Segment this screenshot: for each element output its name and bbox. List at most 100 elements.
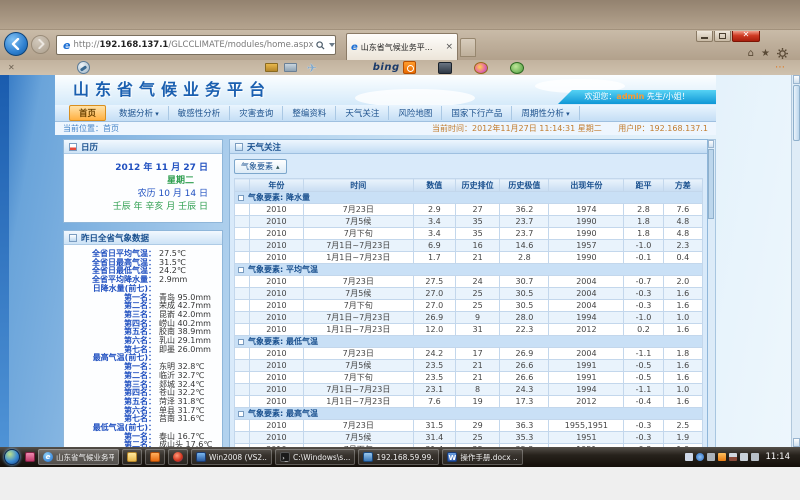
table-row[interactable]: 20107月1日~7月23日26.9928.01994-1.01.0 [235, 312, 703, 324]
table-row[interactable]: 20101月1日~7月23日1.7212.81990-0.10.4 [235, 252, 703, 264]
new-tab-button[interactable] [460, 38, 476, 57]
column-header[interactable]: 方差 [663, 179, 702, 192]
bing-logo[interactable]: bing [373, 61, 416, 74]
menu-item-5[interactable]: 天气关注 [336, 106, 389, 120]
scroll-down-icon[interactable] [793, 438, 800, 447]
menu-item-2[interactable]: 敏感性分析 [169, 106, 231, 120]
address-dropdown-icon[interactable] [329, 43, 335, 47]
paper-plane-icon[interactable]: ✈ [307, 61, 317, 75]
taskbar-button-0[interactable]: 山东省气候业务平... [38, 449, 119, 465]
start-button[interactable] [4, 449, 20, 465]
table-row[interactable]: 20107月1日~7月23日23.1824.31994-1.11.0 [235, 384, 703, 396]
language-indicator-icon[interactable] [685, 453, 693, 461]
taskbar-button-2[interactable] [145, 449, 165, 465]
toolbar-overflow-icon[interactable]: ⋯ [775, 62, 786, 73]
group-checkbox[interactable] [238, 267, 244, 273]
table-row[interactable]: 20107月下旬3.43523.719901.84.8 [235, 228, 703, 240]
table-row[interactable]: 20107月5候3.43523.719901.84.8 [235, 216, 703, 228]
group-checkbox[interactable] [238, 339, 244, 345]
url-text[interactable]: http://192.168.137.1/GLCCLIMATE/modules/… [73, 40, 313, 50]
search-icon[interactable] [316, 41, 325, 50]
taskbar-clock[interactable]: 11:14 [762, 452, 797, 462]
back-arrow-icon [10, 38, 22, 50]
toolbar-close-icon[interactable]: ✕ [8, 63, 15, 72]
table-row[interactable]: 20107月23日27.52430.72004-0.72.0 [235, 276, 703, 288]
card-icon[interactable] [265, 63, 278, 72]
minimize-button[interactable] [696, 31, 713, 42]
table-row[interactable]: 20107月下旬27.02530.52004-0.31.6 [235, 300, 703, 312]
forward-button[interactable] [31, 35, 50, 54]
column-header[interactable]: 时间 [303, 179, 413, 192]
table-row[interactable]: 20107月23日24.21726.92004-1.11.8 [235, 348, 703, 360]
pinned-app-icon[interactable] [25, 452, 35, 462]
tab-close-icon[interactable]: × [445, 42, 453, 52]
scrollbar-thumb[interactable] [708, 149, 714, 219]
panel-scrollbar[interactable] [708, 139, 716, 447]
address-bar[interactable]: e http://192.168.137.1/GLCCLIMATE/module… [56, 35, 336, 55]
table-row[interactable]: 20101月1日~7月23日7.61917.32012-0.41.6 [235, 396, 703, 408]
table-row[interactable]: 20107月下旬23.52126.61991-0.51.6 [235, 372, 703, 384]
table-row[interactable]: 20107月23日2.92736.219742.87.6 [235, 204, 703, 216]
taskbar-button-6[interactable]: 192.168.59.99... [358, 449, 439, 465]
table-row[interactable]: 20107月23日31.52936.31955,1951-0.32.5 [235, 420, 703, 432]
table-cell: 27.0 [413, 288, 455, 300]
settings-gear-icon[interactable] [777, 48, 788, 59]
scroll-up-icon[interactable] [793, 75, 800, 84]
column-header[interactable]: 历史排位 [455, 179, 499, 192]
table-group-row[interactable]: 气象要素: 平均气温 [235, 264, 703, 276]
taskbar-button-5[interactable]: C:\Windows\s... [275, 449, 355, 465]
menu-item-1[interactable]: 数据分析 [110, 106, 169, 120]
taskbar-button-1[interactable] [122, 449, 142, 465]
browser-scrollbar[interactable] [791, 75, 800, 447]
table-group-row[interactable]: 气象要素: 降水量 [235, 192, 703, 204]
table-row[interactable]: 20107月5候23.52126.61991-0.51.6 [235, 360, 703, 372]
menu-item-7[interactable]: 国家下行产品 [442, 106, 512, 120]
volume-icon[interactable] [751, 453, 759, 461]
scrollbar-thumb[interactable] [793, 85, 800, 141]
table-cell: 21 [455, 372, 499, 384]
taskbar-button-7[interactable]: 操作手册.docx ... [442, 449, 523, 465]
camera-icon[interactable] [438, 62, 452, 74]
table-row[interactable]: 20101月1日~7月23日12.03122.320120.21.6 [235, 324, 703, 336]
menu-item-3[interactable]: 灾害查询 [230, 106, 283, 120]
table-row[interactable]: 20107月5候31.42535.31951-0.31.9 [235, 432, 703, 444]
column-header[interactable]: 年份 [249, 179, 303, 192]
flag-icon[interactable] [729, 453, 737, 461]
card-icon-2[interactable] [284, 63, 297, 72]
favorites-star-icon[interactable]: ★ [761, 48, 770, 59]
security-icon[interactable] [718, 453, 726, 461]
group-checkbox[interactable] [238, 195, 244, 201]
element-filter-button[interactable]: 气象要素 [234, 159, 287, 174]
column-header[interactable]: 数值 [413, 179, 455, 192]
group-label: 气象要素: 最高气温 [248, 409, 318, 418]
group-checkbox[interactable] [238, 411, 244, 417]
close-button[interactable] [732, 31, 760, 42]
messenger-icon[interactable] [696, 453, 704, 461]
column-header[interactable]: 出现年份 [549, 179, 624, 192]
network-icon[interactable] [740, 453, 748, 461]
maximize-button[interactable] [714, 31, 731, 42]
table-group-row[interactable]: 气象要素: 最低气温 [235, 336, 703, 348]
globe-icon[interactable] [510, 62, 524, 74]
menu-item-4[interactable]: 整编资料 [283, 106, 336, 120]
calendar-date: 2012 年 11 月 27 日 [68, 162, 208, 175]
updates-icon[interactable] [707, 453, 715, 461]
taskbar-button-4[interactable]: Win2008 (VS2... [191, 449, 272, 465]
toolbar-badge-icon[interactable] [77, 61, 90, 74]
menu-item-6[interactable]: 风险地图 [389, 106, 442, 120]
forward-arrow-icon [36, 39, 46, 49]
back-button[interactable] [4, 32, 28, 56]
table-cell: -1.0 [624, 240, 663, 252]
fireworks-icon[interactable] [474, 62, 488, 74]
home-icon[interactable]: ⌂ [748, 48, 754, 59]
scroll-up-icon[interactable] [708, 140, 714, 148]
taskbar-button-3[interactable] [168, 449, 188, 465]
column-header[interactable]: 距平 [624, 179, 663, 192]
table-group-row[interactable]: 气象要素: 最高气温 [235, 408, 703, 420]
table-row[interactable]: 20107月5候27.02530.52004-0.31.6 [235, 288, 703, 300]
menu-item-0[interactable]: 首页 [69, 105, 106, 121]
menu-item-8[interactable]: 周期性分析 [512, 106, 579, 120]
table-row[interactable]: 20107月1日~7月23日6.91614.61957-1.02.3 [235, 240, 703, 252]
column-header[interactable]: 历史极值 [500, 179, 549, 192]
browser-tab[interactable]: e 山东省气候业务平... × [346, 33, 458, 60]
